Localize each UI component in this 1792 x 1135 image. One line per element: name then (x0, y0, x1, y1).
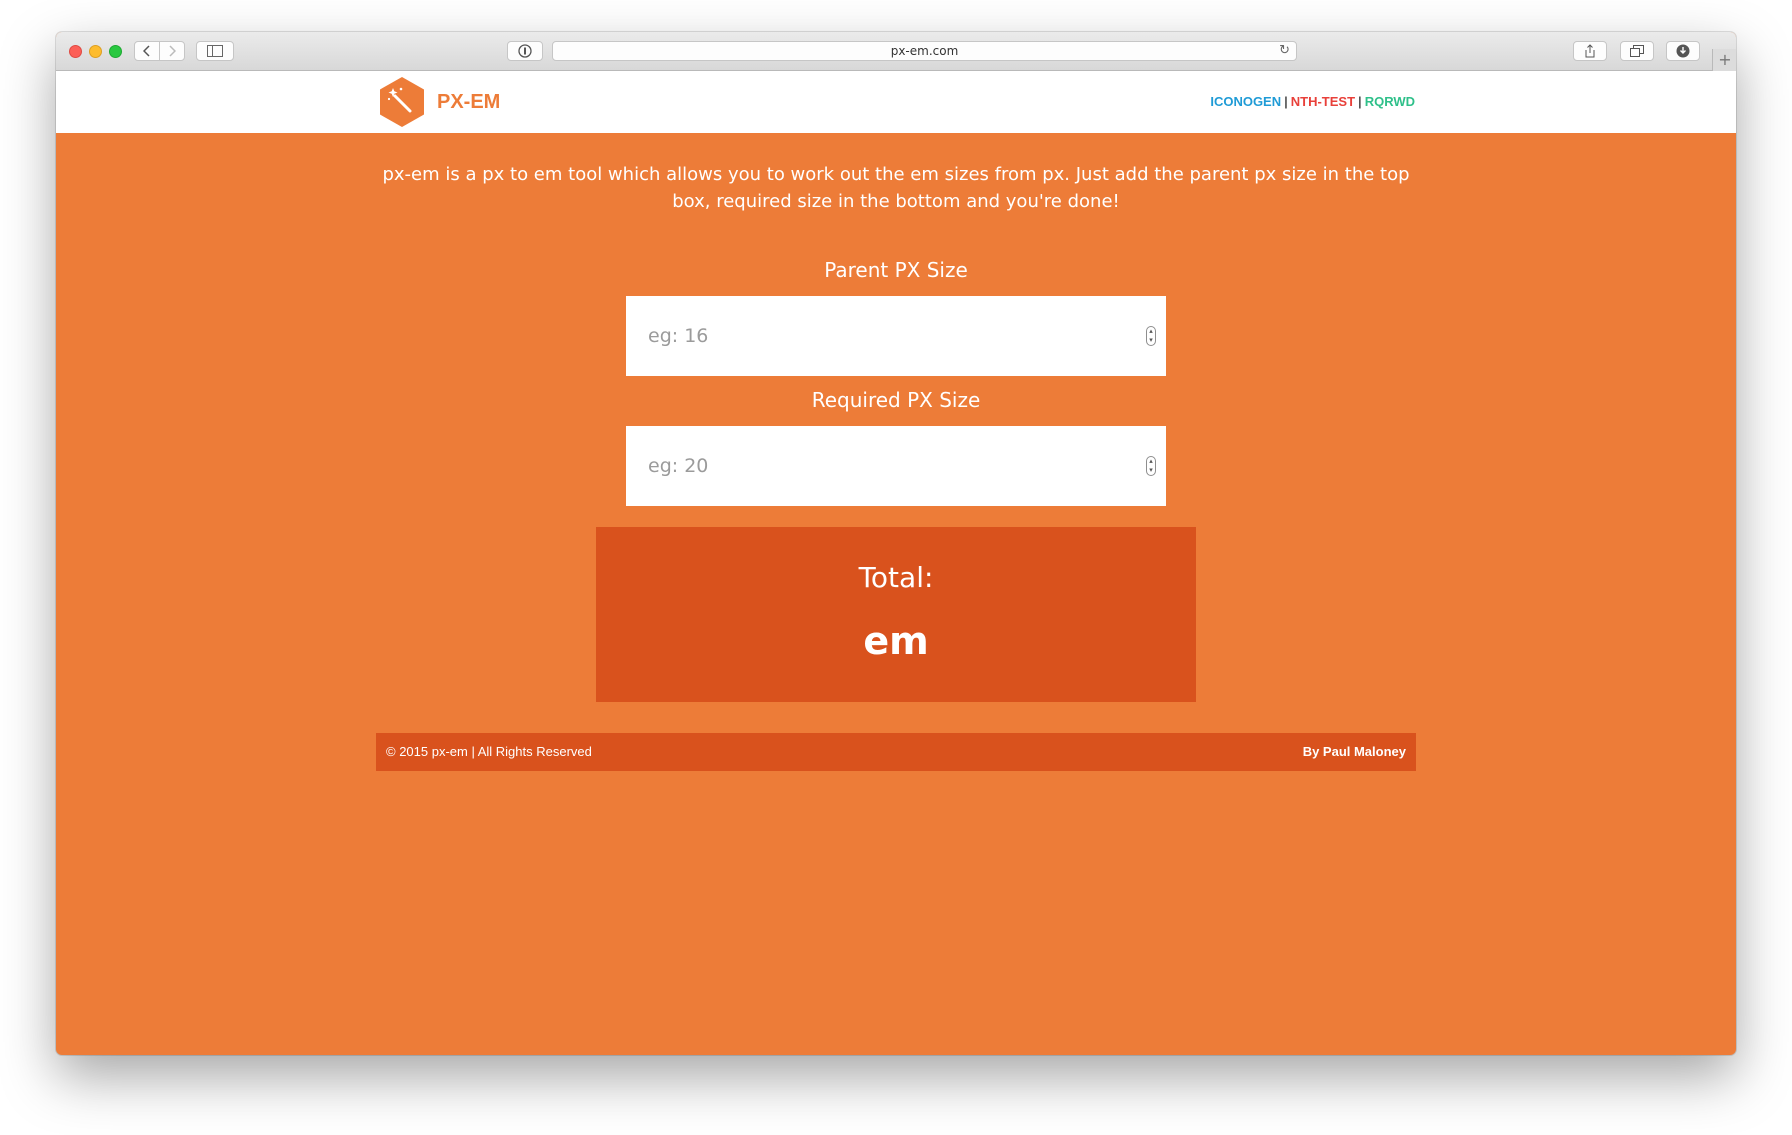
browser-toolbar: px-em.com ↻ + (56, 32, 1736, 71)
required-size-label: Required PX Size (811, 388, 981, 412)
back-button[interactable] (134, 41, 160, 61)
site-title: PX-EM (437, 90, 501, 113)
privacy-report-button[interactable] (507, 41, 543, 61)
required-size-stepper[interactable]: ▴ ▾ (1146, 456, 1156, 476)
chevron-right-icon (169, 45, 176, 57)
browser-window: px-em.com ↻ + PX-EM ICONOGEN | NTH-TEST | RQ… (56, 32, 1736, 1055)
url-text: px-em.com (890, 44, 959, 58)
minimize-window-button[interactable] (89, 45, 102, 58)
total-value: em (863, 619, 929, 663)
site-logo[interactable]: PX-EM (379, 76, 500, 128)
author-credit: By Paul Maloney (1302, 744, 1406, 759)
parent-size-stepper[interactable]: ▴ ▾ (1146, 326, 1156, 346)
new-tab-button[interactable]: + (1712, 49, 1736, 71)
total-label: Total: (858, 561, 934, 594)
sidebar-icon (207, 45, 223, 57)
download-icon (1676, 44, 1690, 58)
site-header: PX-EM ICONOGEN | NTH-TEST | RQRWD (56, 71, 1736, 133)
forward-button[interactable] (159, 41, 185, 61)
zoom-window-button[interactable] (109, 45, 122, 58)
address-bar[interactable]: px-em.com ↻ (552, 41, 1297, 61)
reload-icon[interactable]: ↻ (1279, 42, 1290, 60)
magic-wand-icon (380, 77, 424, 127)
close-window-button[interactable] (69, 45, 82, 58)
link-rqrwd[interactable]: RQRWD (1365, 94, 1415, 109)
info-icon (518, 44, 532, 58)
site-footer: © 2015 px-em | All Rights Reserved By Pa… (376, 733, 1416, 771)
parent-size-label: Parent PX Size (824, 258, 968, 282)
share-button[interactable] (1573, 41, 1607, 61)
top-links: ICONOGEN | NTH-TEST | RQRWD (1210, 71, 1415, 133)
downloads-button[interactable] (1666, 41, 1700, 61)
chevron-left-icon (143, 45, 150, 57)
parent-size-field: ▴▾ (626, 296, 1166, 376)
show-tabs-button[interactable] (1620, 41, 1654, 61)
sidebar-toggle-button[interactable] (196, 41, 234, 61)
tabs-icon (1630, 45, 1644, 57)
link-separator: | (1284, 94, 1288, 109)
link-nth-test[interactable]: NTH-TEST (1291, 94, 1355, 109)
share-icon (1585, 44, 1595, 58)
required-size-field: ▴▾ (626, 426, 1166, 506)
intro-text: px-em is a px to em tool which allows yo… (382, 164, 1410, 212)
total-panel: Total: em (596, 527, 1196, 702)
required-size-input[interactable] (626, 426, 1166, 506)
link-iconogen[interactable]: ICONOGEN (1210, 94, 1281, 109)
link-separator: | (1358, 94, 1362, 109)
parent-size-input[interactable] (626, 296, 1166, 376)
copyright-text: © 2015 px-em | All Rights Reserved (386, 744, 592, 759)
